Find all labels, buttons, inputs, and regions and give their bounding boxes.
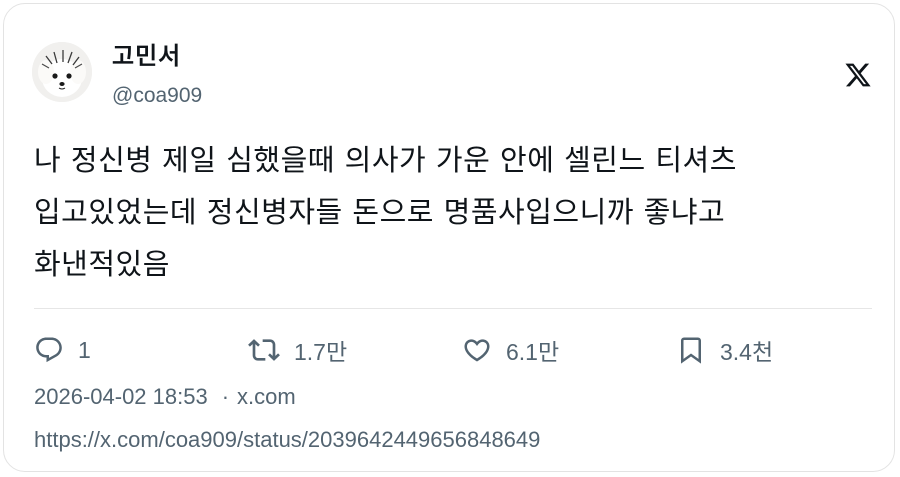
bookmark-icon [681,337,701,364]
dog-avatar-image [32,42,92,102]
retweet-button[interactable]: 1.7만 [248,333,347,367]
tweet-card: 고민서 @coa909 나 정신병 제일 심했을때 의사가 가운 안에 셀린느 … [3,3,895,472]
like-count: 6.1만 [506,339,560,365]
reply-icon [36,337,62,363]
author-handle[interactable]: @coa909 [112,82,202,110]
heart-icon [464,339,490,362]
bookmark-count: 3.4천 [720,339,774,365]
tweet-datetime[interactable]: 2026-04-02 18:53 [34,384,208,409]
x-logo-icon[interactable] [844,61,872,89]
meta-separator: · [221,384,230,409]
bookmark-button[interactable]: 3.4천 [676,333,773,367]
tweet-url-link[interactable]: https://x.com/coa909/status/203964244965… [34,425,540,455]
retweet-icon [248,339,280,361]
retweet-count: 1.7만 [294,339,348,365]
like-button[interactable]: 6.1만 [462,333,559,367]
tweet-meta: 2026-04-02 18:53 · x.com [34,382,296,412]
author-display-name[interactable]: 고민서 [112,40,181,72]
avatar[interactable] [32,42,92,102]
reply-button[interactable]: 1 [34,333,91,367]
reply-count: 1 [78,336,91,363]
divider [34,308,872,309]
tweet-text: 나 정신병 제일 심했을때 의사가 가운 안에 셀린느 티셔츠 입고있었는데 정… [34,143,737,281]
tweet-source[interactable]: x.com [237,384,296,409]
